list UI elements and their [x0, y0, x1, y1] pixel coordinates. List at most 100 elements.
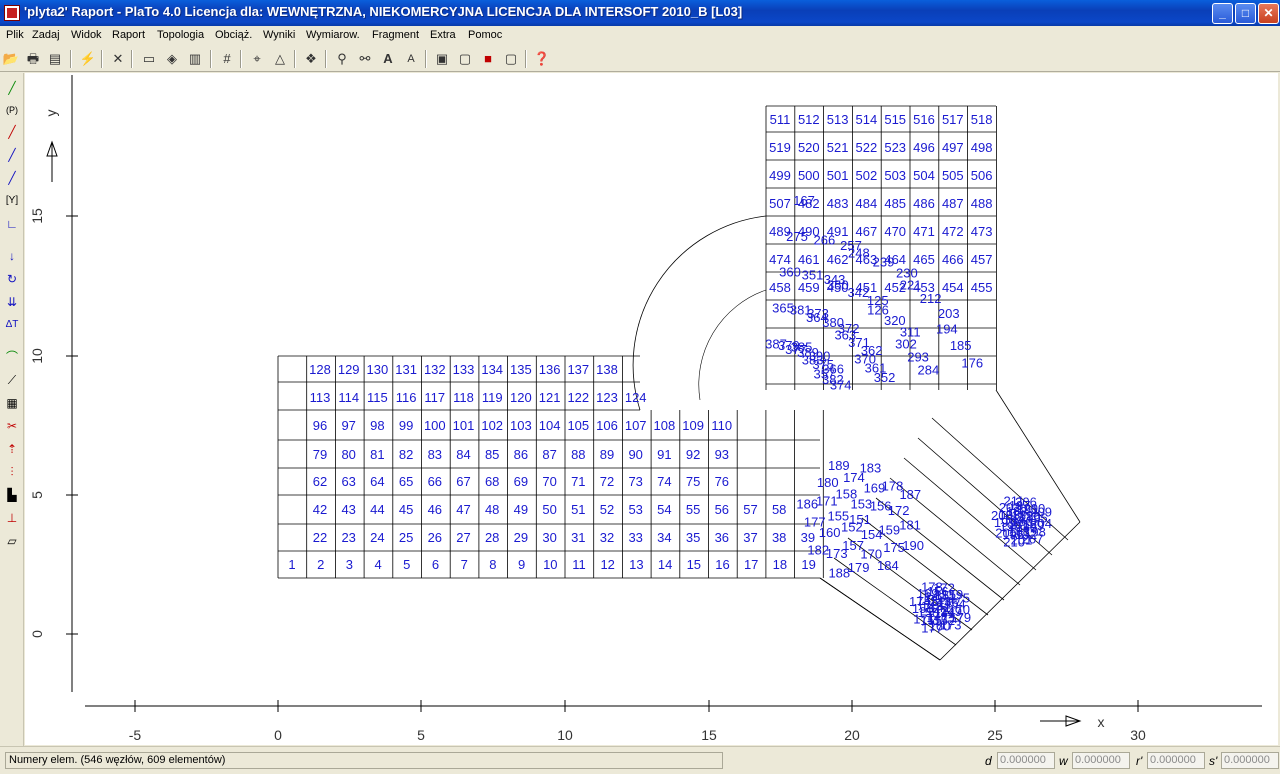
- ruler-tool-icon[interactable]: ⟋: [3, 371, 21, 389]
- spring-tool-icon[interactable]: ⇡: [3, 440, 21, 458]
- menu-topologia[interactable]: Topologia: [157, 29, 204, 41]
- menu-obciaz[interactable]: Obciąż.: [215, 29, 252, 41]
- y-axis-label: y: [43, 110, 59, 117]
- display-icon[interactable]: ▭: [140, 50, 158, 68]
- element-number: 66: [428, 474, 442, 489]
- element-number: 102: [481, 418, 503, 433]
- font-larger-icon[interactable]: A: [379, 50, 397, 68]
- view-top-icon[interactable]: ▢: [502, 50, 520, 68]
- print-icon[interactable]: 🖶: [24, 50, 42, 68]
- element-number: 177: [921, 620, 943, 635]
- menu-zadaj[interactable]: Zadaj: [32, 29, 60, 41]
- element-number: 75: [686, 474, 700, 489]
- element-number: 36: [715, 530, 729, 545]
- menu-widok[interactable]: Widok: [71, 29, 102, 41]
- wall-tool-icon[interactable]: ▙: [3, 486, 21, 504]
- curve-tool-icon[interactable]: ⌒: [3, 348, 21, 366]
- element-number: 210: [1003, 534, 1025, 549]
- menu-raport[interactable]: Raport: [112, 29, 145, 41]
- element-number: 138: [596, 362, 618, 377]
- render-icon[interactable]: ❖: [302, 50, 320, 68]
- element-number: 516: [913, 112, 935, 127]
- temperature-tool-icon[interactable]: ΔT: [3, 316, 21, 334]
- grid-icon[interactable]: #: [218, 50, 236, 68]
- library-icon[interactable]: ▥: [186, 50, 204, 68]
- menu-extra[interactable]: Extra: [430, 29, 456, 41]
- window-title: 'plyta2' Raport - PlaTo 4.0 Licencja dla…: [24, 4, 743, 19]
- load-tool-icon[interactable]: ⇊: [3, 293, 21, 311]
- axis-tool-icon[interactable]: ∟: [3, 215, 21, 233]
- element-number: 454: [942, 280, 964, 295]
- element-number: 28: [485, 530, 499, 545]
- zoom-icon[interactable]: ⚲: [333, 50, 351, 68]
- font-smaller-icon[interactable]: A: [402, 50, 420, 68]
- zoom-window-icon[interactable]: ⚯: [356, 50, 374, 68]
- element-number: 180: [817, 475, 839, 490]
- support-tool-icon[interactable]: ╱: [3, 146, 21, 164]
- close-button[interactable]: ✕: [1258, 3, 1279, 24]
- layers-icon[interactable]: ◈: [163, 50, 181, 68]
- menu-plik[interactable]: Plik: [6, 29, 24, 41]
- element-number: 183: [860, 460, 882, 475]
- coord-s-field[interactable]: 0.000000: [1221, 752, 1279, 769]
- distributed-tool-icon[interactable]: ⫶: [3, 463, 21, 481]
- element-number: 89: [600, 447, 614, 462]
- element-number: 124: [625, 390, 647, 405]
- print-preview-icon[interactable]: ▤: [46, 50, 64, 68]
- coord-s-label: s': [1209, 754, 1218, 768]
- drawing-canvas[interactable]: -5 0 5 10 15 20 25 30 15 10 5 0 y x 1 2 3 4 5 6 7 8 9 10 11 12 13 1…: [25, 73, 1278, 745]
- dimension-icon[interactable]: △: [271, 50, 289, 68]
- element-number: 50: [542, 502, 556, 517]
- view-3d-icon[interactable]: ▣: [433, 50, 451, 68]
- force-tool-icon[interactable]: ↓: [3, 247, 21, 265]
- element-number: 503: [884, 168, 906, 183]
- element-number: 68: [485, 474, 499, 489]
- element-number: 130: [367, 362, 389, 377]
- beam-tool-icon[interactable]: ╱: [3, 169, 21, 187]
- element-number: 485: [884, 196, 906, 211]
- node-tool-icon[interactable]: ╱: [3, 123, 21, 141]
- measure-tool-icon[interactable]: ▦: [3, 394, 21, 412]
- line-tool-icon[interactable]: ╱: [3, 79, 21, 97]
- panel-tool-icon[interactable]: (P): [3, 101, 21, 119]
- element-number: 188: [828, 565, 850, 580]
- menu-wymiarow[interactable]: Wymiarow.: [306, 29, 360, 41]
- coord-w-field[interactable]: 0.000000: [1072, 752, 1130, 769]
- help-icon[interactable]: ❓: [533, 50, 551, 68]
- x-tick-label: -5: [129, 727, 142, 743]
- cut-tool-icon[interactable]: ✂: [3, 417, 21, 435]
- element-number: 158: [836, 486, 858, 501]
- element-number: 467: [856, 224, 878, 239]
- element-number: 498: [971, 140, 993, 155]
- app-icon[interactable]: [4, 5, 20, 21]
- element-number: 74: [657, 474, 671, 489]
- element-number: 374: [830, 377, 852, 392]
- element-number: 122: [567, 390, 589, 405]
- menu-fragment[interactable]: Fragment: [372, 29, 419, 41]
- menu-wyniki[interactable]: Wyniki: [263, 29, 295, 41]
- coord-r-field[interactable]: 0.000000: [1147, 752, 1205, 769]
- view-side-icon[interactable]: ■: [479, 50, 497, 68]
- node-numbers-icon[interactable]: ⌖: [248, 50, 266, 68]
- maximize-button[interactable]: □: [1235, 3, 1256, 24]
- element-number: 207: [1022, 532, 1044, 547]
- y-tool-icon[interactable]: [Y]: [3, 192, 21, 210]
- element-number: 55: [686, 502, 700, 517]
- minimize-button[interactable]: _: [1212, 3, 1233, 24]
- left-toolbar: ╱ (P) ╱ ╱ ╱ [Y] ∟ ↓ ↻ ⇊ ΔT ⌒ ⟋ ▦ ✂ ⇡ ⫶ ▙…: [0, 73, 24, 746]
- element-number: 184: [877, 558, 899, 573]
- open-icon[interactable]: 📂: [2, 50, 20, 68]
- element-number: 128: [309, 362, 331, 377]
- element-number: 483: [827, 196, 849, 211]
- coord-d-field[interactable]: 0.000000: [997, 752, 1055, 769]
- element-number: 63: [341, 474, 355, 489]
- delete-icon[interactable]: ✕: [109, 50, 127, 68]
- view-front-icon[interactable]: ▢: [456, 50, 474, 68]
- pin-tool-icon[interactable]: ⊥: [3, 509, 21, 527]
- eraser-tool-icon[interactable]: ▱: [3, 532, 21, 550]
- menu-pomoc[interactable]: Pomoc: [468, 29, 502, 41]
- status-text: Numery elem. (546 węzłów, 609 elementów): [5, 752, 723, 769]
- moment-tool-icon[interactable]: ↻: [3, 270, 21, 288]
- fe-mesh-view[interactable]: -5 0 5 10 15 20 25 30151050yx1 2 3 4 5 6 7 8 9 10 11 12 13 1…: [25, 73, 1278, 745]
- axes-icon[interactable]: ⚡: [79, 50, 97, 68]
